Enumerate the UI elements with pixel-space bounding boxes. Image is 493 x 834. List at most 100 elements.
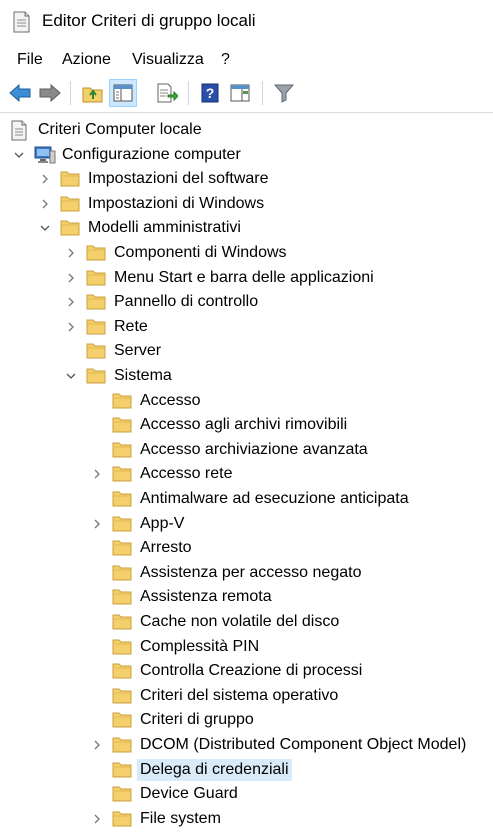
chevron-right-icon[interactable] <box>90 809 104 829</box>
chevron-right-icon[interactable] <box>64 268 78 288</box>
tree-node-label: File system <box>140 809 221 827</box>
title-bar: Editor Criteri di gruppo locali <box>0 0 493 44</box>
menu-help[interactable]: ? <box>221 50 230 70</box>
folder-icon <box>112 587 132 607</box>
chevron-right-icon[interactable] <box>64 317 78 337</box>
tree-node-label: Arresto <box>140 539 192 557</box>
arrow-left-icon <box>9 84 31 102</box>
folder-icon <box>112 514 132 534</box>
menu-file[interactable]: File <box>17 50 43 70</box>
console-tree[interactable]: Criteri Computer locale Configurazione co… <box>0 114 493 834</box>
help-icon: ? <box>201 83 219 103</box>
tree-node[interactable]: DCOM (Distributed Component Object Model… <box>0 733 493 757</box>
help-button[interactable]: ? <box>196 79 224 107</box>
export-list-icon <box>157 83 178 103</box>
tree-node[interactable]: Criteri Computer locale <box>0 118 493 142</box>
show-hide-console-tree-button[interactable] <box>109 79 137 107</box>
folder-icon <box>112 784 132 804</box>
folder-icon <box>86 243 106 263</box>
filter-icon <box>274 84 294 103</box>
tree-node[interactable]: Rete <box>0 315 493 339</box>
tree-node[interactable]: Controlla Creazione di processi <box>0 659 493 683</box>
folder-icon <box>86 366 106 386</box>
folder-icon <box>60 169 80 189</box>
tree-node[interactable]: Componenti di Windows <box>0 241 493 265</box>
tree-node-label: Impostazioni di Windows <box>88 194 265 212</box>
tree-node[interactable]: Assistenza remota <box>0 585 493 609</box>
tree-node[interactable]: Modelli amministrativi <box>0 216 493 240</box>
tree-node-label: Antimalware ad esecuzione anticipata <box>140 490 409 507</box>
folder-icon <box>112 489 132 509</box>
tree-node[interactable]: Cache non volatile del disco <box>0 610 493 634</box>
chevron-down-icon[interactable] <box>64 366 78 386</box>
tree-node[interactable]: Pannello di controllo <box>0 290 493 314</box>
tree-node-label: Pannello di controllo <box>114 293 259 311</box>
tree-node-label: App-V <box>140 514 185 532</box>
tree-node[interactable]: App-V <box>0 512 493 536</box>
folder-icon <box>112 760 132 780</box>
folder-icon <box>86 341 106 361</box>
tree-node[interactable]: Impostazioni del software <box>0 167 493 191</box>
folder-icon <box>112 563 132 583</box>
show-hide-action-pane-button[interactable] <box>226 79 254 107</box>
toolbar-separator <box>188 81 189 105</box>
tree-node[interactable]: Server <box>0 339 493 363</box>
forward-button[interactable] <box>36 79 64 107</box>
up-one-level-button[interactable] <box>79 79 107 107</box>
tree-node[interactable]: Device Guard <box>0 782 493 806</box>
tree-node[interactable]: Impostazioni di Windows <box>0 192 493 216</box>
toolbar-separator <box>70 81 71 105</box>
chevron-right-icon[interactable] <box>90 464 104 484</box>
tree-node-label: Device Guard <box>140 785 238 803</box>
policy-document-icon <box>10 120 30 141</box>
tree-node[interactable]: Antimalware ad esecuzione anticipata <box>0 487 493 511</box>
tree-node[interactable]: Menu Start e barra delle applicazioni <box>0 266 493 290</box>
chevron-right-icon[interactable] <box>90 735 104 755</box>
chevron-right-icon[interactable] <box>64 243 78 263</box>
console-tree-icon <box>113 84 133 102</box>
tree-node[interactable]: Criteri del sistema operativo <box>0 684 493 708</box>
menu-visualizza[interactable]: Visualizza <box>132 50 204 70</box>
tree-node-label: Criteri del sistema operativo <box>140 686 339 704</box>
tree-node[interactable]: Accesso archiviazione avanzata <box>0 438 493 462</box>
tree-node[interactable]: Complessità PIN <box>0 635 493 659</box>
folder-icon <box>112 661 132 681</box>
tree-node[interactable]: Accesso <box>0 389 493 413</box>
tree-node[interactable]: File system <box>0 807 493 831</box>
action-pane-icon <box>230 84 250 102</box>
tree-node[interactable]: Sistema <box>0 364 493 388</box>
chevron-right-icon[interactable] <box>64 292 78 312</box>
tree-node[interactable]: Configurazione computer <box>0 143 493 167</box>
tree-node[interactable]: Delega di credenziali <box>0 758 493 782</box>
tree-node-label: Rete <box>114 317 148 335</box>
tree-node[interactable]: Arresto <box>0 536 493 560</box>
tree-node-label: Menu Start e barra delle applicazioni <box>114 268 374 286</box>
tree-node[interactable]: Assistenza per accesso negato <box>0 561 493 585</box>
folder-icon <box>112 637 132 657</box>
back-button[interactable] <box>6 79 34 107</box>
tree-node-label: Accesso archiviazione avanzata <box>140 440 368 458</box>
folder-icon <box>60 194 80 214</box>
toolbar-separator <box>262 81 263 105</box>
policy-document-icon <box>12 11 30 38</box>
folder-icon <box>112 440 132 460</box>
tree-node-label: Impostazioni del software <box>88 170 269 188</box>
tree-node-label: Configurazione computer <box>62 145 241 163</box>
toolbar: ? <box>0 76 493 113</box>
chevron-down-icon[interactable] <box>12 145 26 165</box>
chevron-right-icon[interactable] <box>90 514 104 534</box>
tree-node[interactable]: Accesso agli archivi rimovibili <box>0 413 493 437</box>
folder-icon <box>112 710 132 730</box>
chevron-right-icon[interactable] <box>38 169 52 189</box>
tree-node-label: Sistema <box>114 367 172 384</box>
tree-node[interactable]: Criteri di gruppo <box>0 708 493 732</box>
chevron-down-icon[interactable] <box>38 218 52 238</box>
chevron-right-icon[interactable] <box>38 194 52 214</box>
menu-azione[interactable]: Azione <box>62 50 111 70</box>
export-list-button[interactable] <box>153 79 181 107</box>
tree-node-label: Delega di credenziali <box>137 758 292 781</box>
filter-button[interactable] <box>270 79 298 107</box>
computer-icon <box>34 145 56 165</box>
tree-node[interactable]: Accesso rete <box>0 462 493 486</box>
folder-icon <box>86 292 106 312</box>
